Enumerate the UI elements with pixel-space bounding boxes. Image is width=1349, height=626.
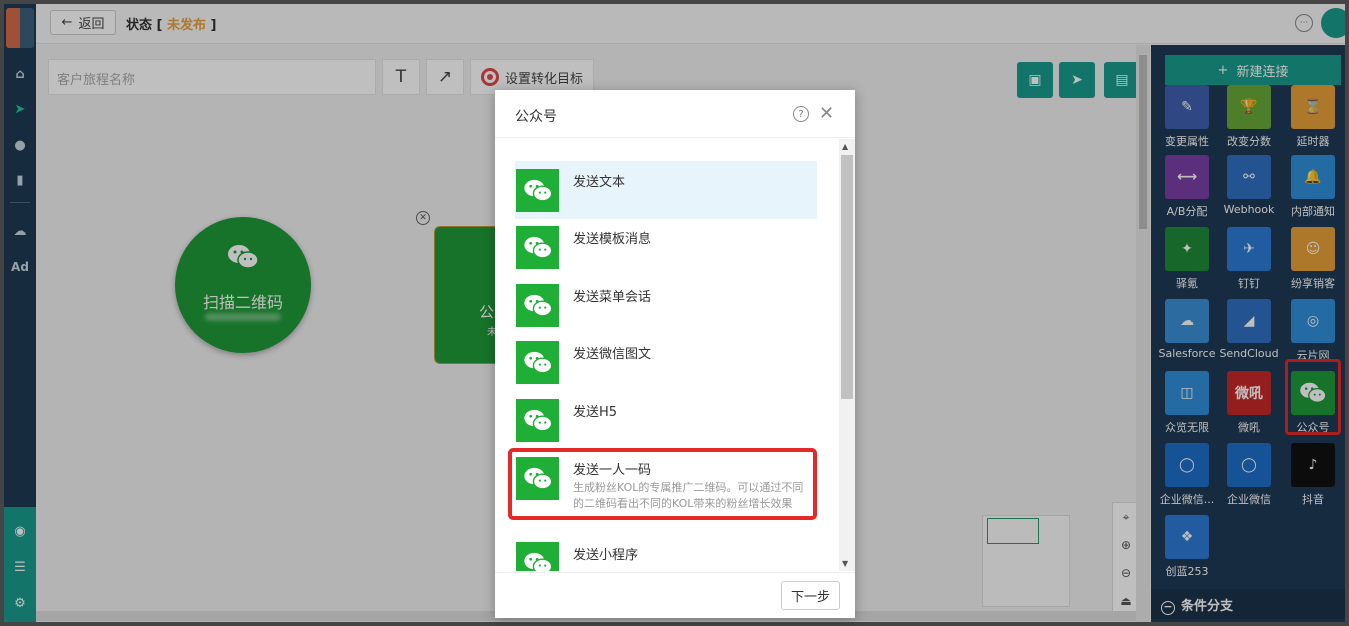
action-name: 发送H5 [573, 405, 618, 420]
wechat-icon-tile [516, 341, 559, 384]
wechat-icon-tile [516, 542, 559, 571]
action-name: 发送菜单会话 [573, 290, 652, 305]
wechat-icon-tile [516, 284, 559, 327]
wechat-icon [523, 409, 552, 432]
wechat-action-modal: 公众号 ? ✕ 发送文本 发送模板消息 发送菜单会话 发送微信图文 发送H5 发… [495, 90, 855, 618]
wechat-icon [523, 294, 552, 317]
action-name: 发送小程序 [573, 548, 639, 563]
action-name: 发送文本 [573, 175, 626, 190]
highlight-box [508, 448, 817, 520]
action-item[interactable]: 发送小程序 [515, 534, 817, 571]
wechat-icon [523, 179, 552, 202]
action-item[interactable]: 发送文本 [515, 161, 817, 219]
modal-title: 公众号 [515, 109, 557, 125]
help-icon[interactable]: ? [793, 106, 809, 122]
close-icon[interactable]: ✕ [819, 103, 834, 124]
scrollbar-thumb[interactable] [841, 155, 853, 399]
action-item[interactable]: 发送微信图文 [515, 333, 817, 391]
action-name: 发送微信图文 [573, 347, 652, 362]
wechat-icon [523, 552, 552, 571]
action-item[interactable]: 发送菜单会话 [515, 276, 817, 334]
wechat-icon [523, 351, 552, 374]
wechat-icon-tile [516, 399, 559, 442]
next-button[interactable]: 下一步 [781, 581, 840, 610]
scroll-down-icon[interactable]: ▼ [842, 559, 848, 568]
wechat-icon [523, 236, 552, 259]
modal-footer: 下一步 [495, 572, 855, 618]
action-name: 发送模板消息 [573, 232, 652, 247]
wechat-icon-tile [516, 226, 559, 269]
modal-header: 公众号 ? ✕ [495, 90, 855, 138]
scroll-up-icon[interactable]: ▲ [842, 142, 848, 151]
action-item[interactable]: 发送模板消息 [515, 218, 817, 276]
wechat-icon-tile [516, 169, 559, 212]
action-item[interactable]: 发送H5 [515, 391, 817, 449]
modal-scrollbar[interactable]: ▲ ▼ [839, 139, 855, 571]
